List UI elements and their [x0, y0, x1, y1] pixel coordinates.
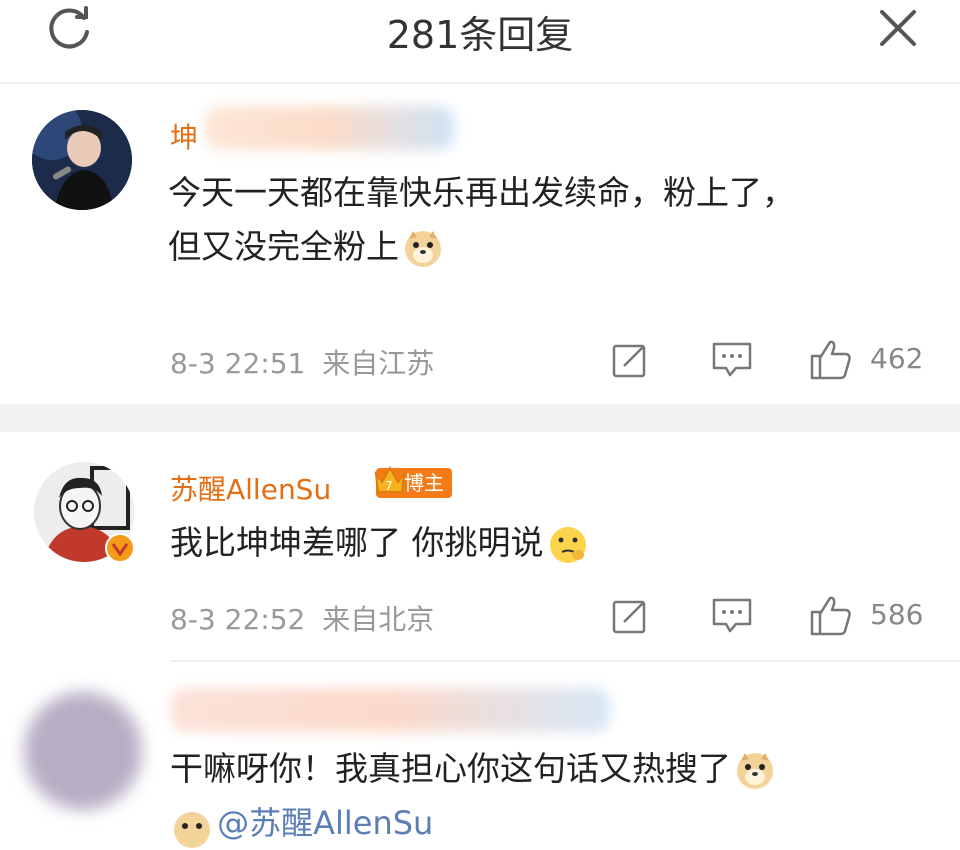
comment-item: 苏醒AllenSu 博主 7 我比坤坤差哪了 你挑明说 8-3 22:52 来自… [0, 432, 960, 660]
mention-line: @苏醒AllenSu [172, 798, 433, 850]
repost-icon[interactable] [610, 340, 650, 380]
thinking-emoji-icon [549, 526, 586, 563]
comment-icon[interactable] [710, 594, 754, 638]
close-icon[interactable] [872, 2, 924, 54]
avatar[interactable] [24, 692, 142, 810]
page-title: 281条回复 [386, 13, 574, 57]
comment-icon[interactable] [710, 338, 754, 382]
comment-text: 干嘛呀你！我真担心你这句话又热搜了 [170, 742, 775, 796]
header-bar: 281条回复 [0, 0, 960, 84]
crown-icon: 7 [374, 465, 406, 493]
verified-badge-icon [105, 533, 135, 563]
blurred-name [170, 688, 610, 732]
comment-text: 今天一天都在靠快乐再出发续命，粉上了， 但又没完全粉上 [168, 166, 795, 274]
comment-item: 坤 今天一天都在靠快乐再出发续命，粉上了， 但又没完全粉上 8-3 22:51 … [0, 84, 960, 404]
comment-meta: 8-3 22:52 来自北京 [170, 603, 435, 636]
comment-author-name[interactable]: 苏醒AllenSu [170, 468, 331, 508]
svg-text:7: 7 [385, 479, 393, 493]
doge-emoji-icon [405, 230, 441, 267]
blurred-name [205, 106, 455, 150]
doge-emoji-icon [737, 752, 773, 789]
doge-emoji-icon [174, 811, 210, 848]
like-count: 462 [870, 342, 924, 375]
comment-item: 干嘛呀你！我真担心你这句话又热搜了 @苏醒AllenSu [0, 662, 960, 848]
comment-text: 我比坤坤差哪了 你挑明说 [170, 516, 588, 570]
like-icon[interactable] [808, 592, 854, 638]
like-count: 586 [870, 598, 924, 631]
section-separator [0, 404, 960, 432]
comment-meta: 8-3 22:51 来自江苏 [170, 347, 435, 380]
like-icon[interactable] [808, 336, 854, 382]
avatar[interactable] [32, 110, 132, 210]
mention-link[interactable]: @苏醒AllenSu [217, 804, 433, 842]
repost-icon[interactable] [610, 596, 650, 636]
comment-author-name[interactable]: 坤 [170, 116, 198, 156]
